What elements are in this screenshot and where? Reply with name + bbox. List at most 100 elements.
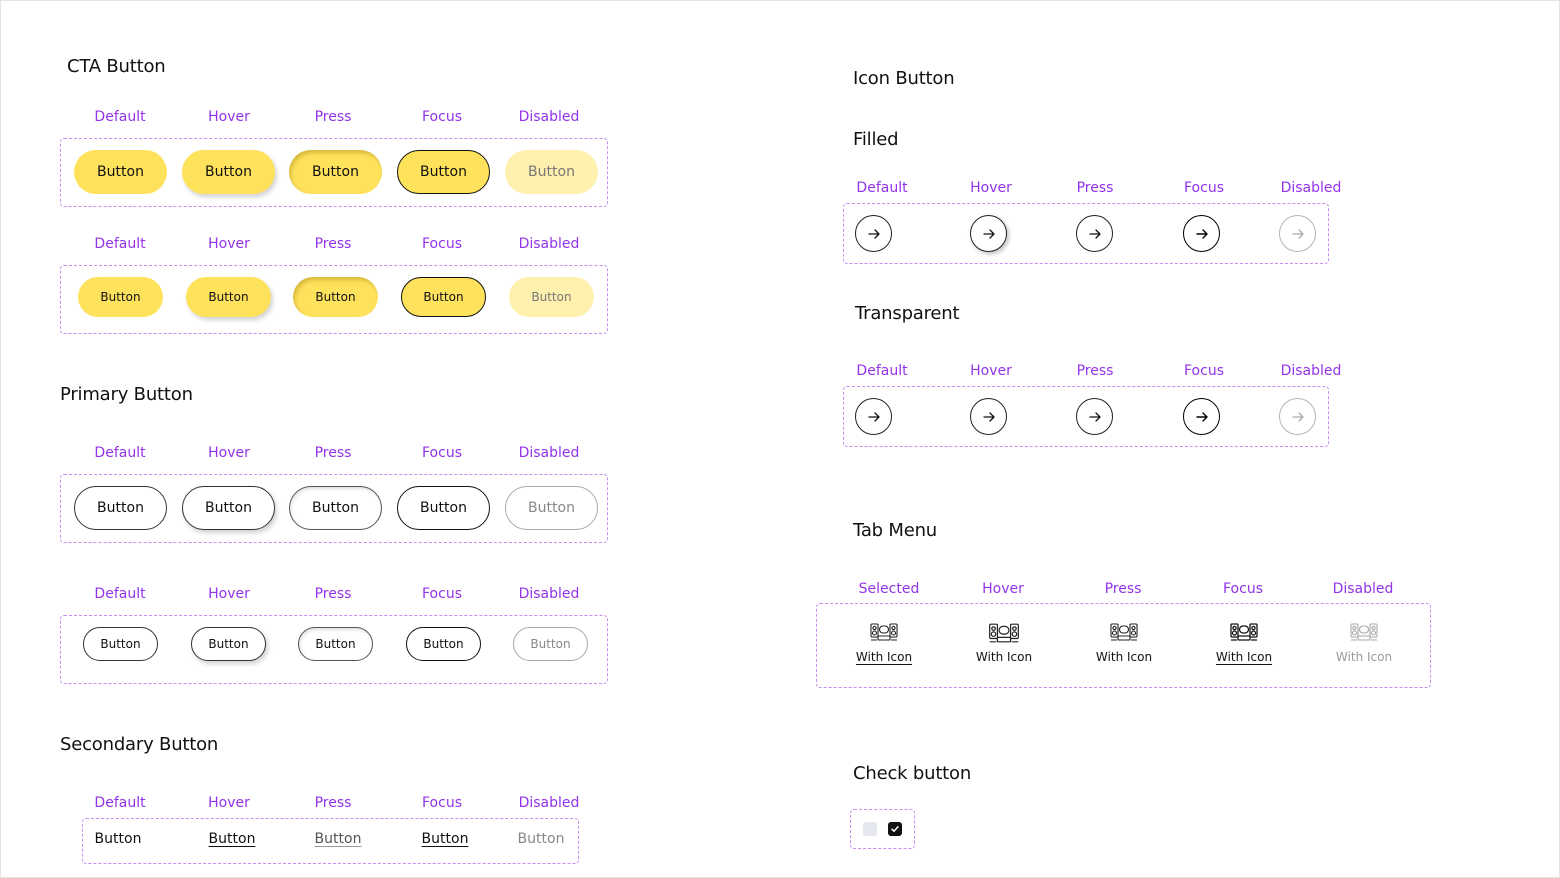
speakers-icon — [1350, 623, 1378, 641]
tab-label: With Icon — [975, 650, 1033, 664]
cta-large-focus-button[interactable]: Button — [397, 150, 490, 194]
primary-small-disabled-button: Button — [513, 627, 588, 661]
state-label-selected: Selected — [858, 581, 920, 597]
speakers-icon — [989, 623, 1019, 643]
arrow-right-icon — [1195, 411, 1208, 422]
state-label-focus: Focus — [422, 795, 462, 811]
primary-large-hover-button[interactable]: Button — [182, 486, 275, 530]
state-label-disabled: Disabled — [1280, 363, 1342, 379]
state-label-hover: Hover — [970, 180, 1012, 196]
state-label-focus: Focus — [1223, 581, 1263, 597]
state-label-focus: Focus — [1184, 363, 1224, 379]
primary-small-hover-button[interactable]: Button — [191, 627, 266, 661]
cta-small-focus-button[interactable]: Button — [401, 277, 486, 317]
transparent-press-icon-button[interactable] — [1076, 398, 1113, 435]
state-label-hover: Hover — [208, 586, 250, 602]
state-label-hover: Hover — [208, 236, 250, 252]
primary-small-focus-button[interactable]: Button — [406, 627, 481, 661]
tab-label: With Icon — [855, 650, 913, 664]
state-label-default: Default — [94, 795, 146, 811]
primary-small-press-button[interactable]: Button — [298, 627, 373, 661]
state-label-disabled: Disabled — [518, 109, 580, 125]
cta-large-disabled-button: Button — [505, 150, 598, 194]
state-label-default: Default — [94, 586, 146, 602]
state-label-disabled: Disabled — [1280, 180, 1342, 196]
tab-disabled: With Icon — [1314, 622, 1414, 664]
state-label-press: Press — [314, 236, 352, 252]
filled-hover-icon-button[interactable] — [970, 215, 1007, 252]
arrow-right-icon — [867, 411, 880, 422]
cta-large-default-button[interactable]: Button — [74, 150, 167, 194]
state-label-press: Press — [1076, 363, 1114, 379]
state-label-hover: Hover — [970, 363, 1012, 379]
state-label-press: Press — [1104, 581, 1142, 597]
cta-small-hover-button[interactable]: Button — [186, 277, 271, 317]
speakers-icon — [1230, 623, 1258, 641]
tab-section-title: Tab Menu — [853, 520, 938, 541]
state-label-press: Press — [1076, 180, 1114, 196]
tab-focus[interactable]: With Icon — [1194, 622, 1294, 664]
state-label-default: Default — [856, 363, 908, 379]
state-label-focus: Focus — [422, 109, 462, 125]
state-label-disabled: Disabled — [518, 795, 580, 811]
cta-small-press-button[interactable]: Button — [293, 277, 378, 317]
arrow-right-icon — [982, 411, 995, 422]
transparent-subsection-title: Transparent — [855, 303, 960, 324]
tab-press[interactable]: With Icon — [1074, 622, 1174, 664]
state-label-focus: Focus — [1184, 180, 1224, 196]
secondary-focus-button[interactable]: Button — [422, 831, 469, 847]
state-label-hover: Hover — [982, 581, 1024, 597]
transparent-focus-icon-button[interactable] — [1183, 398, 1220, 435]
cta-small-default-button[interactable]: Button — [78, 277, 163, 317]
secondary-disabled-button: Button — [517, 831, 565, 847]
state-label-press: Press — [314, 109, 352, 125]
cta-small-disabled-button: Button — [509, 277, 594, 317]
state-label-hover: Hover — [208, 445, 250, 461]
primary-large-press-button[interactable]: Button — [289, 486, 382, 530]
speakers-icon — [870, 623, 898, 641]
tab-label: With Icon — [1095, 650, 1153, 664]
tab-label: With Icon — [1335, 650, 1393, 664]
filled-subsection-title: Filled — [853, 129, 899, 150]
icon-section-title: Icon Button — [853, 68, 955, 89]
arrow-right-icon — [982, 228, 995, 239]
speakers-icon — [1110, 623, 1138, 641]
check-group — [850, 809, 915, 849]
transparent-hover-icon-button[interactable] — [970, 398, 1007, 435]
checkmark-icon — [891, 826, 899, 832]
state-label-default: Default — [856, 180, 908, 196]
cta-large-press-button[interactable]: Button — [289, 150, 382, 194]
state-label-default: Default — [94, 236, 146, 252]
state-label-press: Press — [314, 445, 352, 461]
state-label-focus: Focus — [422, 586, 462, 602]
filled-default-icon-button[interactable] — [855, 215, 892, 252]
primary-small-default-button[interactable]: Button — [83, 627, 158, 661]
tab-label: With Icon — [1215, 650, 1273, 664]
primary-large-focus-button[interactable]: Button — [397, 486, 490, 530]
cta-large-hover-button[interactable]: Button — [182, 150, 275, 194]
filled-press-icon-button[interactable] — [1076, 215, 1113, 252]
state-label-default: Default — [94, 445, 146, 461]
primary-section-title: Primary Button — [60, 384, 193, 405]
secondary-hover-button[interactable]: Button — [209, 831, 256, 847]
secondary-section-title: Secondary Button — [60, 734, 219, 755]
tab-hover[interactable]: With Icon — [954, 622, 1054, 664]
secondary-press-button[interactable]: Button — [315, 831, 362, 847]
state-label-default: Default — [94, 109, 146, 125]
tab-selected[interactable]: With Icon — [834, 622, 934, 664]
arrow-right-icon — [867, 228, 880, 239]
checkbox-unchecked[interactable] — [863, 822, 877, 836]
state-label-focus: Focus — [422, 445, 462, 461]
arrow-right-icon — [1088, 228, 1101, 239]
secondary-default-button[interactable]: Button — [95, 831, 142, 847]
state-label-press: Press — [314, 586, 352, 602]
check-section-title: Check button — [853, 763, 972, 784]
transparent-default-icon-button[interactable] — [855, 398, 892, 435]
cta-section-title: CTA Button — [67, 56, 166, 77]
arrow-right-icon — [1195, 228, 1208, 239]
checkbox-checked[interactable] — [888, 822, 902, 836]
filled-focus-icon-button[interactable] — [1183, 215, 1220, 252]
primary-large-default-button[interactable]: Button — [74, 486, 167, 530]
state-label-hover: Hover — [208, 109, 250, 125]
state-label-focus: Focus — [422, 236, 462, 252]
